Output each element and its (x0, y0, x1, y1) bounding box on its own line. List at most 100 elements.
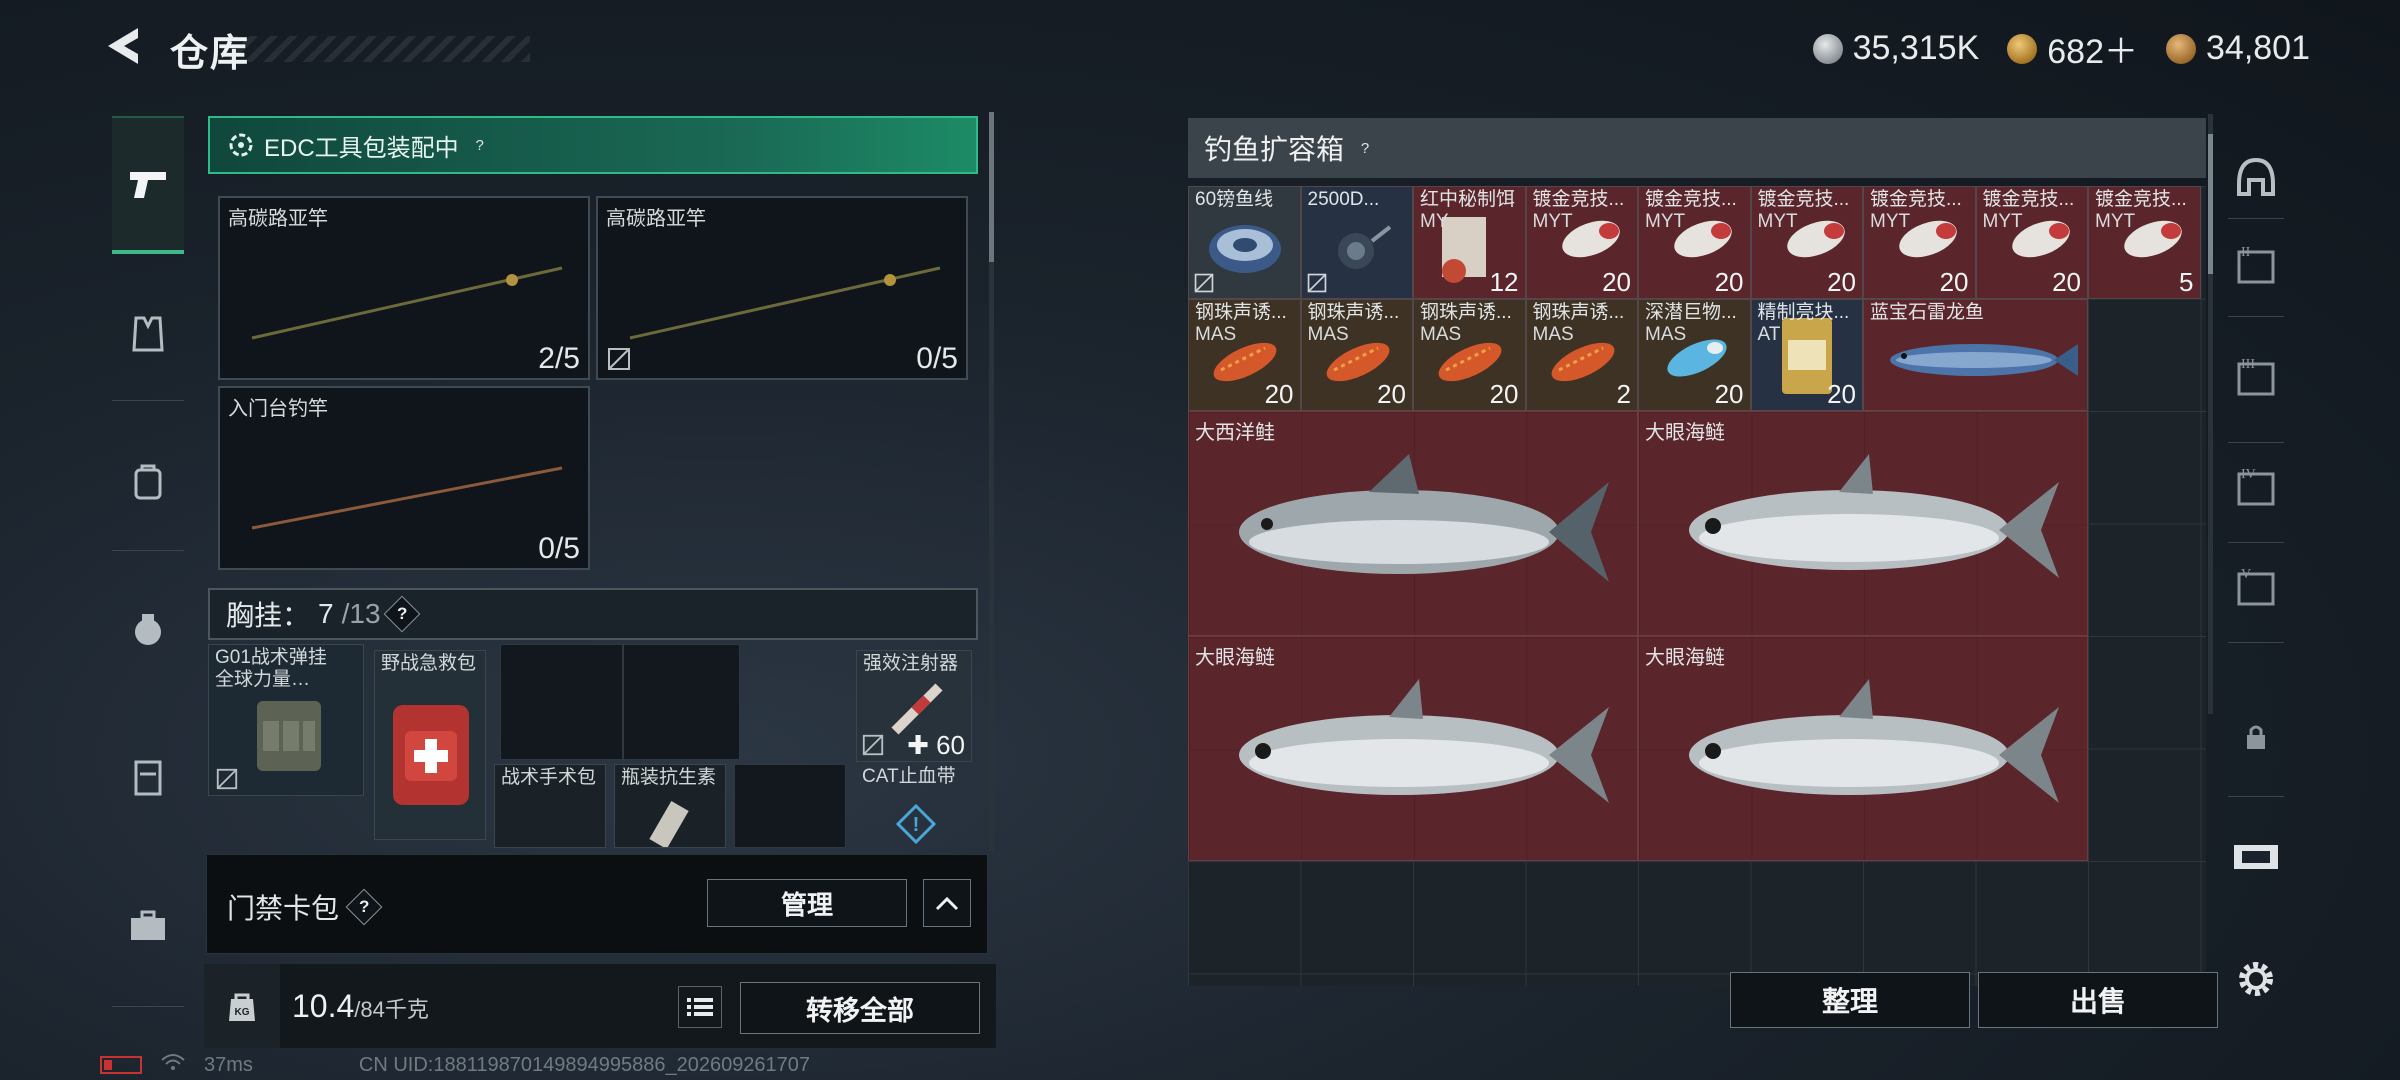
grid-item[interactable]: 镀金竞技... MYT 20 (1863, 186, 1976, 299)
grid-item[interactable]: 钢珠声诱... MAS 2 (1525, 298, 1638, 411)
chest-rig-header[interactable]: 胸挂： 7/13 ? (208, 588, 978, 640)
storage-tab-4[interactable]: IV (2222, 452, 2290, 522)
grid-item-fish-small[interactable]: 蓝宝石雷龙鱼 (1863, 298, 2088, 411)
fish-name: 大西洋鲑 (1195, 422, 1275, 444)
item-sub: MAS (1195, 323, 1237, 345)
lock-slash-icon (1307, 273, 1326, 292)
warning-diamond-icon: ! (896, 804, 936, 844)
storage-tab-5[interactable]: V (2222, 552, 2290, 622)
item-name: 镀金竞技... (1982, 189, 2075, 210)
svg-text:III: III (2241, 357, 2255, 372)
rod-count: 0/5 (538, 532, 580, 565)
empty-slot[interactable] (734, 764, 846, 848)
help-icon[interactable]: ? (383, 595, 420, 633)
chest-rig-item[interactable]: G01战术弹挂 全球力量… (208, 644, 364, 796)
tourniquet-item[interactable]: CAT止血带 ! (856, 764, 972, 848)
currency-bronze[interactable]: 34,801 (2166, 29, 2310, 68)
slot-iv-icon: IV (2237, 467, 2275, 506)
item-sub: MAS (1307, 323, 1349, 345)
item-sub: MYT (1870, 211, 1911, 232)
lock-slash-icon (862, 734, 884, 756)
currency-silver[interactable]: 35,315K (1812, 29, 1979, 68)
grid-item[interactable]: 钢珠声诱... MAS 20 (1300, 298, 1413, 411)
grid-item[interactable]: 镀金竞技... MYT 20 (1525, 186, 1638, 299)
transfer-all-button[interactable]: 转移全部 (740, 982, 980, 1034)
svg-text:V: V (2241, 567, 2251, 582)
sort-button[interactable]: 整理 (1730, 972, 1970, 1028)
item-name: 镀金竞技... (2095, 189, 2187, 210)
toolbox-icon (131, 910, 165, 940)
rod-slot-3[interactable]: 入门台钓竿 0/5 (218, 386, 590, 570)
expand-storage-tab[interactable] (2222, 822, 2290, 892)
fish-name: 大眼海鲢 (1645, 647, 1725, 669)
nav-case[interactable] (112, 740, 184, 812)
first-aid-kit-item[interactable]: 野战急救包 (374, 650, 486, 840)
back-arrow-icon (108, 28, 138, 64)
grid-item[interactable]: 2500D... (1300, 186, 1413, 299)
currency-bronze-value: 34,801 (2206, 29, 2310, 67)
nav-backpack[interactable] (112, 446, 184, 518)
nav-toolbox[interactable] (112, 890, 184, 962)
settings-button[interactable] (2222, 944, 2290, 1014)
help-icon[interactable]: ? (469, 134, 491, 156)
grid-item[interactable]: 钢珠声诱... MAS 20 (1413, 298, 1526, 411)
rod-name: 高碳路亚竿 (228, 208, 328, 230)
collapse-button[interactable] (923, 879, 971, 927)
grid-item[interactable]: 红中秘制饵 MY 12 (1413, 186, 1526, 299)
surgical-kit-item[interactable]: 战术手术包 (494, 764, 606, 848)
system-status-bar: 37ms CN UID:188119870149894995886_202609… (100, 1052, 810, 1078)
empty-slot[interactable] (500, 644, 740, 760)
container-scrollbar[interactable] (2208, 114, 2213, 714)
svg-text:IV: IV (2241, 467, 2256, 482)
storage-tab-2[interactable]: II (2222, 230, 2290, 300)
antibiotics-item[interactable]: 瓶装抗生素 (614, 764, 726, 848)
grid-item[interactable]: 钢珠声诱... MAS 20 (1188, 298, 1301, 411)
rod-slot-1[interactable]: 高碳路亚竿 2/5 (218, 196, 590, 380)
storage-tab-3[interactable]: III (2222, 342, 2290, 412)
currency-gold[interactable]: 682＋ (2007, 24, 2138, 73)
grid-item[interactable]: 精制亮块... AT 20 (1750, 298, 1863, 411)
fish-cell[interactable]: 大西洋鲑 (1188, 411, 1638, 636)
manage-button[interactable]: 管理 (707, 879, 907, 927)
rod-slot-2[interactable]: 高碳路亚竿 0/5 (596, 196, 968, 380)
help-icon[interactable]: ? (345, 888, 383, 926)
salmon-fish-icon (1239, 454, 1609, 582)
injector-item[interactable]: 强效注射器 ✚ 60 (856, 650, 972, 762)
container-panel: 钓鱼扩容箱 ? 60镑鱼线 2500D... 红中秘制饵 MY 12 镀金竞技.… (1184, 114, 2218, 1034)
item-name: 镀金竞技... (1757, 189, 1850, 210)
list-icon (687, 998, 713, 1016)
grid-item[interactable]: 镀金竞技... MYT 20 (1638, 186, 1751, 299)
edc-status-bar[interactable]: EDC工具包装配中 ? (208, 116, 978, 174)
item-count: 20 (1827, 266, 1856, 297)
fish-cell[interactable]: 大眼海鲢 (1188, 636, 1638, 861)
tarpon-fish-icon (1239, 679, 1609, 803)
sell-button[interactable]: 出售 (1978, 972, 2218, 1028)
svg-text:KG: KG (235, 1007, 250, 1018)
back-button[interactable] (100, 22, 148, 70)
nav-armor[interactable] (112, 298, 184, 370)
grid-item[interactable]: 镀金竞技... MYT 20 (1975, 186, 2088, 299)
locked-storage-tab[interactable] (2222, 702, 2290, 772)
nav-rig[interactable] (112, 594, 184, 666)
loadout-scrollbar[interactable] (989, 112, 994, 852)
nav-weapons[interactable] (112, 116, 184, 254)
keycard-bag-label: 门禁卡包 (227, 893, 340, 924)
item-sub: MAS (1532, 323, 1574, 345)
fish-cell[interactable]: 大眼海鲢 (1638, 411, 2088, 636)
help-icon[interactable]: ? (1354, 137, 1376, 159)
weight-value: 10.4 (292, 988, 355, 1024)
medkit-icon (393, 705, 469, 805)
svg-text:II: II (2241, 245, 2251, 260)
grid-item[interactable]: 镀金竞技... MYT 5 (2088, 186, 2201, 299)
grid-item[interactable]: 60镑鱼线 (1188, 186, 1301, 299)
storage-tab-1[interactable] (2222, 142, 2290, 212)
grid-item[interactable]: 镀金竞技... MYT 20 (1750, 186, 1863, 299)
page-title: 仓库 (170, 33, 251, 75)
item-sub: MAS (1645, 323, 1687, 345)
tactical-vest-icon (257, 701, 321, 771)
armor-vest-icon (132, 316, 164, 352)
rod-count: 0/5 (916, 342, 958, 375)
fish-cell[interactable]: 大眼海鲢 (1638, 636, 2088, 861)
list-view-button[interactable] (678, 986, 722, 1028)
grid-item[interactable]: 深潜巨物... MAS 20 (1638, 298, 1751, 411)
